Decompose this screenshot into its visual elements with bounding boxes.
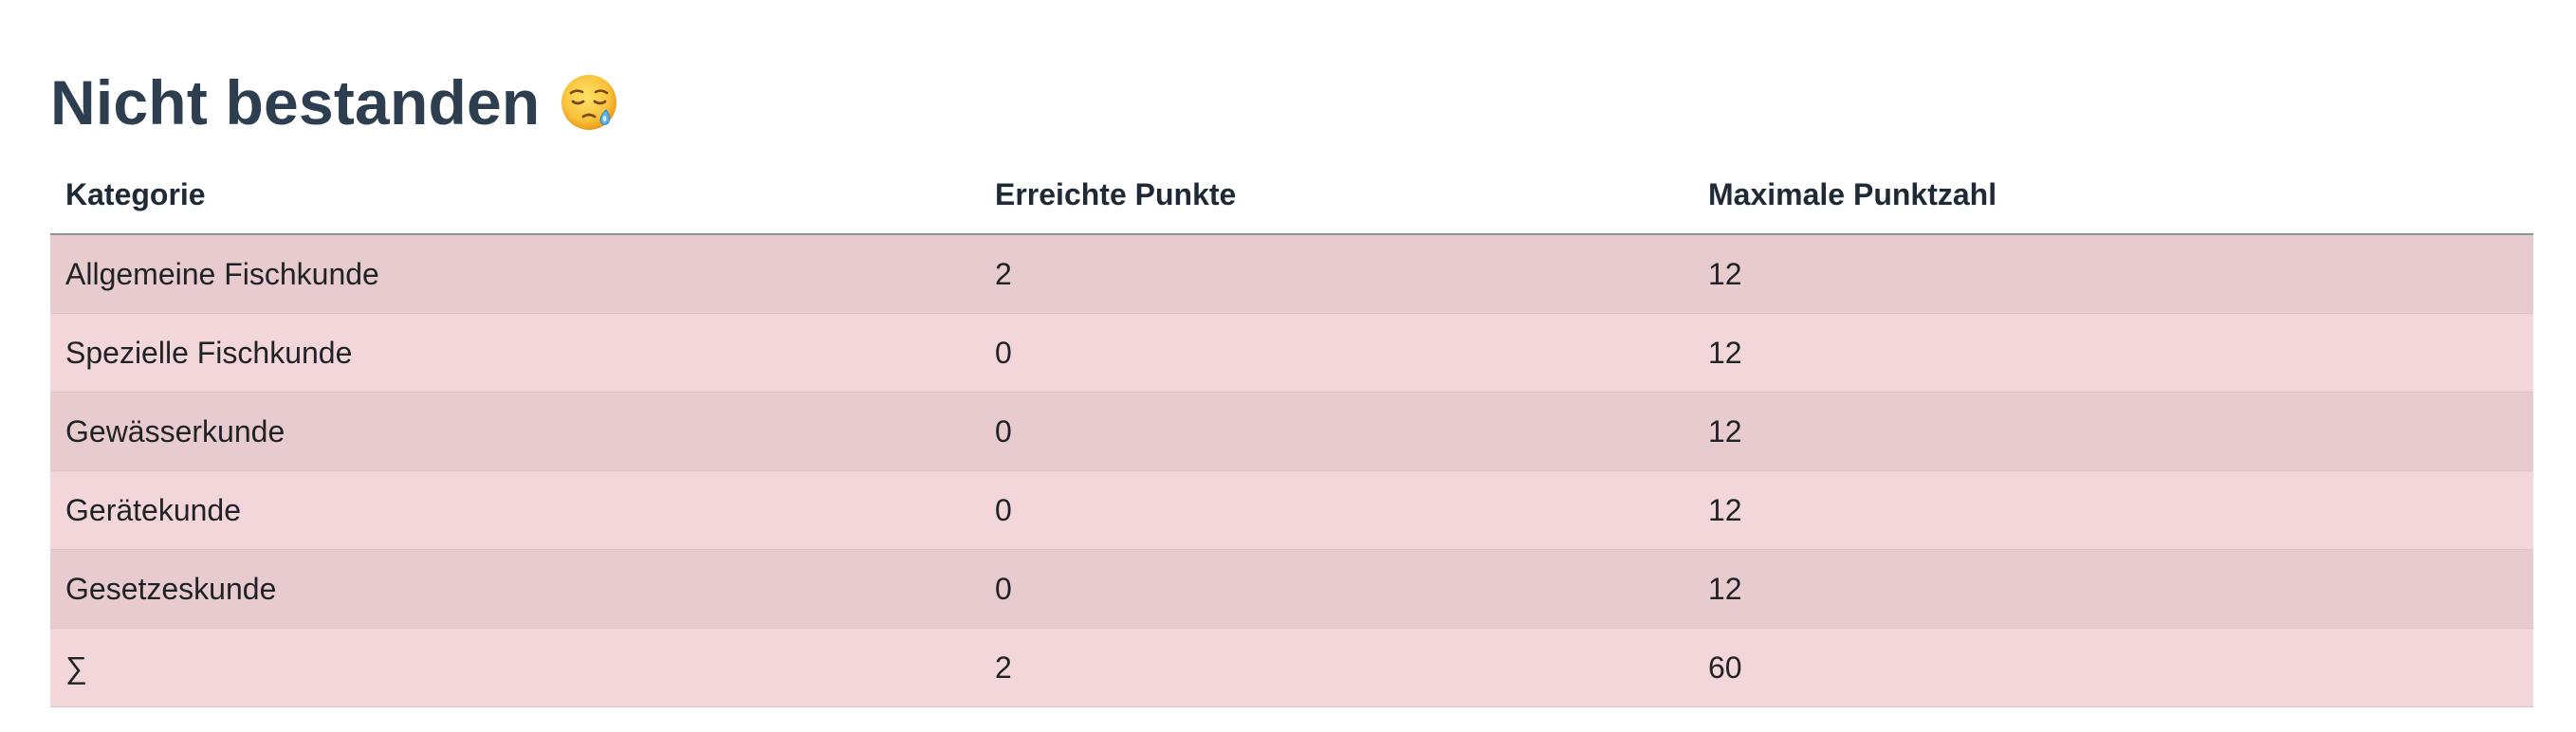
cell-achieved-total: 2 (980, 628, 1693, 707)
cell-category: Allgemeine Fischkunde (50, 234, 980, 314)
cell-max: 12 (1693, 234, 2533, 314)
results-panel: Nicht bestanden Kategorie Erreichte Punk… (50, 57, 2533, 707)
page-title-text: Nicht bestanden (50, 67, 541, 137)
cell-category-sum: ∑ (50, 628, 980, 707)
table-row: Gewässerkunde 0 12 (50, 392, 2533, 471)
results-table-body: Allgemeine Fischkunde 2 12 Spezielle Fis… (50, 234, 2533, 707)
cell-category: Gesetzeskunde (50, 549, 980, 629)
cell-category: Spezielle Fischkunde (50, 313, 980, 393)
table-row-total: ∑ 2 60 (50, 628, 2533, 707)
table-row: Allgemeine Fischkunde 2 12 (50, 234, 2533, 314)
cell-max: 12 (1693, 470, 2533, 550)
cell-category: Gerätekunde (50, 470, 980, 550)
cell-achieved: 0 (980, 313, 1693, 393)
cell-max-total: 60 (1693, 628, 2533, 707)
cell-achieved: 0 (980, 549, 1693, 629)
table-row: Gesetzeskunde 0 12 (50, 549, 2533, 629)
cell-category: Gewässerkunde (50, 392, 980, 471)
column-header-max: Maximale Punktzahl (1693, 156, 2533, 235)
header-row: Kategorie Erreichte Punkte Maximale Punk… (50, 156, 2533, 235)
table-row: Gerätekunde 0 12 (50, 470, 2533, 550)
results-table-header: Kategorie Erreichte Punkte Maximale Punk… (50, 156, 2533, 235)
results-table: Kategorie Erreichte Punkte Maximale Punk… (50, 156, 2533, 707)
page-title: Nicht bestanden (50, 57, 2533, 148)
sleepy-face-icon (559, 72, 619, 133)
cell-max: 12 (1693, 313, 2533, 393)
cell-achieved: 0 (980, 392, 1693, 471)
cell-max: 12 (1693, 392, 2533, 471)
cell-achieved: 2 (980, 234, 1693, 314)
column-header-achieved: Erreichte Punkte (980, 156, 1693, 235)
cell-achieved: 0 (980, 470, 1693, 550)
column-header-category: Kategorie (50, 156, 980, 235)
cell-max: 12 (1693, 549, 2533, 629)
table-row: Spezielle Fischkunde 0 12 (50, 313, 2533, 393)
